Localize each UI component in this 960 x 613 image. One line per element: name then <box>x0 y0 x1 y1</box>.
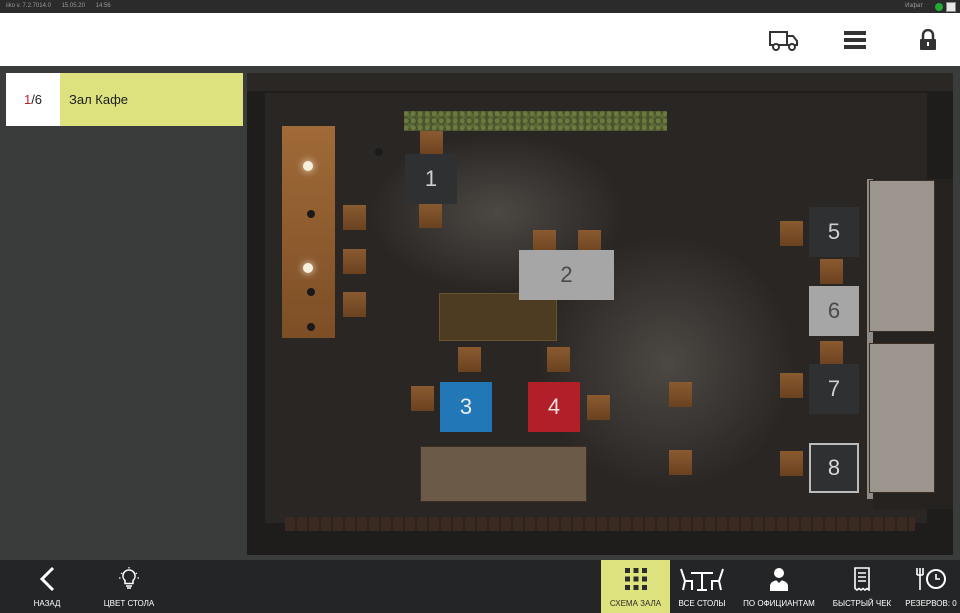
table-color-button[interactable]: ЦВЕТ СТОЛА <box>98 560 160 613</box>
chair <box>780 373 803 398</box>
bottom-toolbar: НАЗАД ЦВЕТ СТОЛА СХЕМА ЗАЛА ВСЕ СТОЛЫ ПО… <box>0 560 960 613</box>
status-bar: iiko v. 7.2.7014.0 15.05.20 14:56 Изфат <box>0 0 960 13</box>
plant-pot <box>375 148 383 156</box>
chair <box>420 131 443 156</box>
all-tables-button[interactable]: ВСЕ СТОЛЫ <box>673 560 731 613</box>
stool <box>307 323 315 331</box>
lightbulb-icon <box>119 567 139 589</box>
top-wall <box>247 73 953 91</box>
chair <box>419 203 442 228</box>
chair <box>411 386 434 411</box>
table-5[interactable]: 5 <box>809 207 859 257</box>
reserves-button[interactable]: РЕЗЕРВОВ: 0 <box>903 560 959 613</box>
table-6[interactable]: 6 <box>809 286 859 336</box>
table-3[interactable]: 3 <box>440 382 492 432</box>
table-chairs-icon <box>680 568 724 591</box>
chair <box>780 221 803 246</box>
by-waiters-button[interactable]: ПО ОФИЦИАНТАМ <box>738 560 820 613</box>
chair <box>587 395 610 420</box>
app-version: iiko v. 7.2.7014.0 <box>6 3 51 9</box>
delivery-button[interactable] <box>767 25 801 55</box>
dinner-clock-icon <box>916 568 946 590</box>
chair <box>343 249 366 274</box>
window-toggle[interactable] <box>946 1 956 12</box>
chair <box>458 347 481 372</box>
hall-name: Зал Кафе <box>60 73 243 126</box>
chair <box>343 292 366 317</box>
hall-item-cafe[interactable]: 1/6 Зал Кафе <box>6 73 243 126</box>
waiter-icon <box>770 568 788 591</box>
floor-plan: 1 2 3 4 5 6 7 8 <box>247 73 953 555</box>
lounge-sofa <box>420 446 587 502</box>
brick-wall <box>285 517 915 531</box>
current-user: Изфат <box>905 3 923 9</box>
chair <box>820 341 843 366</box>
lock-button[interactable] <box>911 25 945 55</box>
connection-status-icon <box>935 2 943 11</box>
lock-icon <box>920 29 936 50</box>
long-table <box>439 293 557 341</box>
hall-sidebar: 1/6 Зал Кафе <box>0 66 246 560</box>
chair <box>669 382 692 407</box>
hall-index: 1/6 <box>6 73 60 126</box>
chair <box>669 450 692 475</box>
back-button[interactable]: НАЗАД <box>24 560 70 613</box>
chevron-left-icon <box>39 566 55 592</box>
delivery-truck-icon <box>769 31 798 51</box>
menu-icon <box>844 31 866 49</box>
chair <box>780 451 803 476</box>
receipt-icon <box>854 567 870 591</box>
table-2[interactable]: 2 <box>519 250 614 300</box>
table-8[interactable]: 8 <box>809 443 859 493</box>
lamp-glow <box>303 161 313 171</box>
chair <box>343 205 366 230</box>
hedge-decor <box>404 111 667 131</box>
hall-scheme-button[interactable]: СХЕМА ЗАЛА <box>601 560 670 613</box>
top-bar <box>0 13 960 66</box>
bar-counter <box>282 126 335 338</box>
table-7[interactable]: 7 <box>809 364 859 414</box>
table-4[interactable]: 4 <box>528 382 580 432</box>
stool <box>307 288 315 296</box>
chair <box>547 347 570 372</box>
status-date: 15.05.20 <box>61 3 85 9</box>
lamp-glow <box>303 263 313 273</box>
menu-button[interactable] <box>838 25 872 55</box>
chair <box>820 259 843 284</box>
table-1[interactable]: 1 <box>405 154 457 204</box>
grid-icon <box>624 568 647 590</box>
stool <box>307 210 315 218</box>
right-sofa <box>869 343 935 493</box>
status-time: 14:56 <box>95 3 111 9</box>
quick-check-button[interactable]: БЫСТРЫЙ ЧЕК <box>830 560 894 613</box>
right-sofa <box>869 180 935 332</box>
